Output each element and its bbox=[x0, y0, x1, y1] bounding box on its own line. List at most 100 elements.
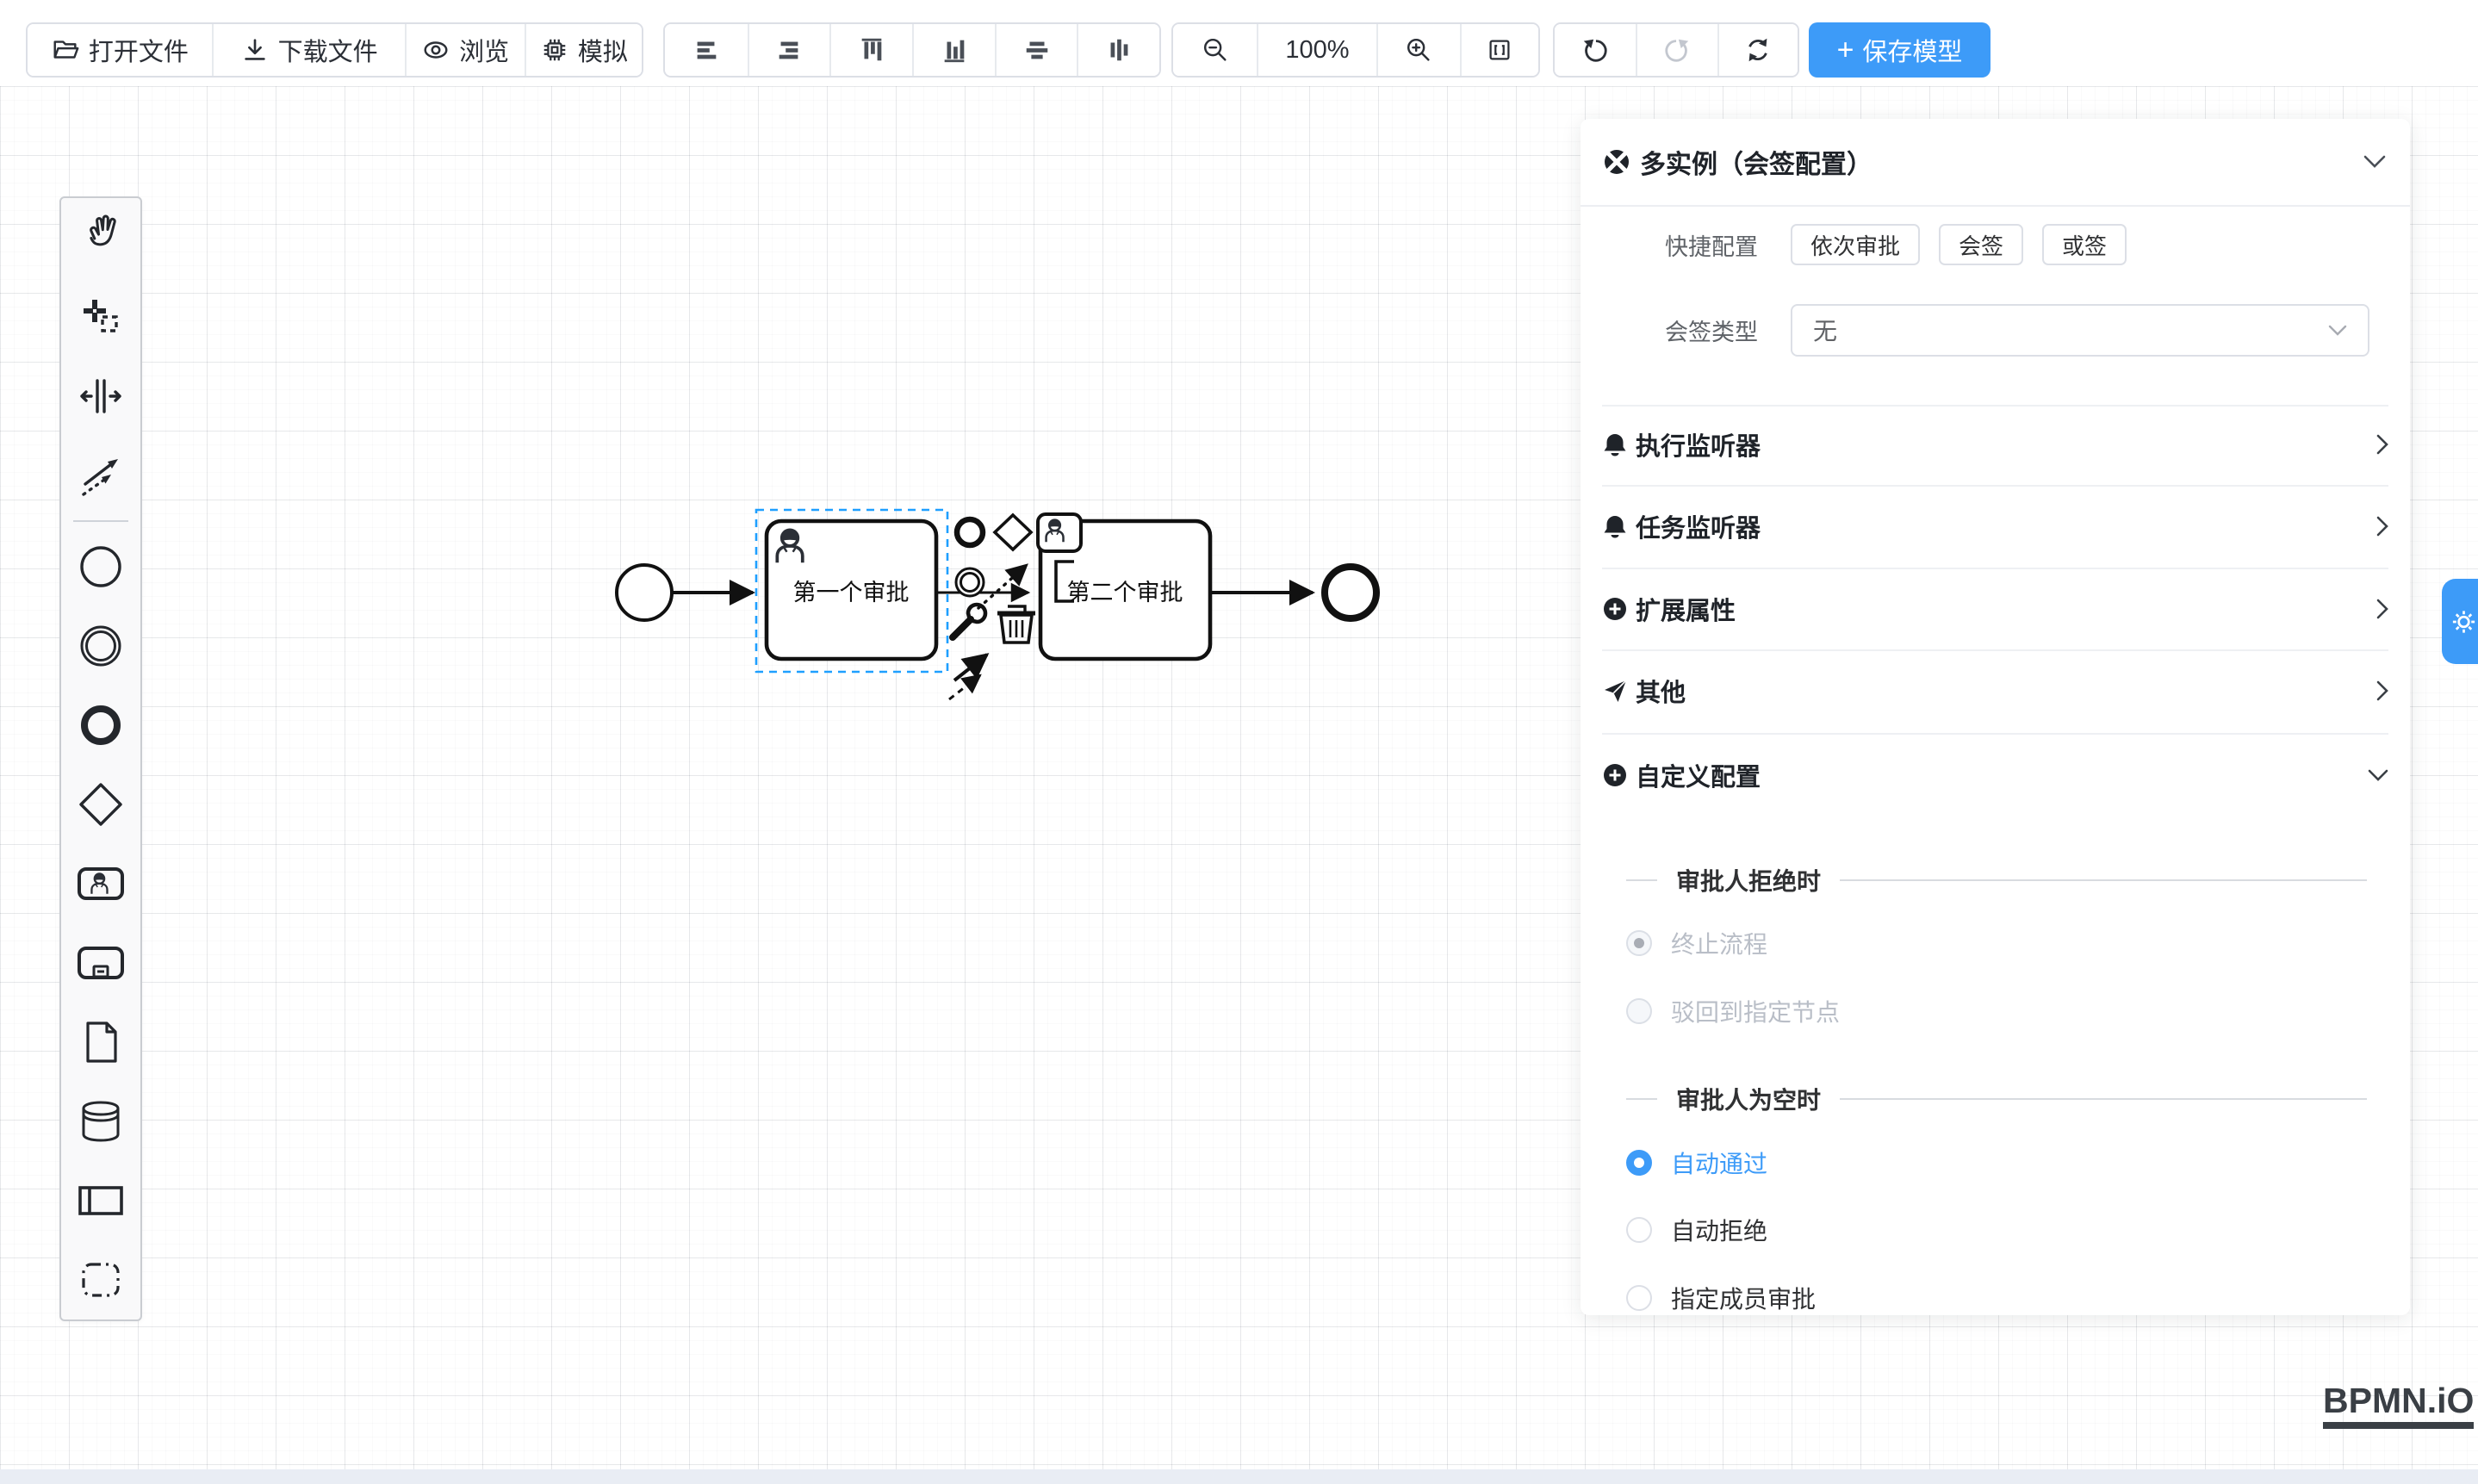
zoom-out-button[interactable] bbox=[1173, 24, 1257, 76]
align-bottom-button[interactable] bbox=[912, 24, 995, 76]
align-left-button[interactable] bbox=[665, 24, 748, 76]
radio-terminate-flow[interactable]: 终止流程 bbox=[1626, 926, 1767, 960]
space-tool[interactable] bbox=[59, 357, 142, 436]
radio-assign-member[interactable]: 指定成员审批 bbox=[1626, 1281, 1816, 1315]
connect-tool[interactable] bbox=[59, 436, 142, 515]
trash-icon[interactable] bbox=[997, 606, 1035, 643]
lasso-tool[interactable] bbox=[59, 277, 142, 357]
radio-button bbox=[1626, 930, 1652, 956]
connect-tool-icon[interactable] bbox=[949, 655, 987, 699]
zoom-level-value: 100% bbox=[1285, 36, 1349, 65]
append-gateway-icon[interactable] bbox=[995, 515, 1031, 550]
zoom-button-group: 100% bbox=[1171, 22, 1540, 78]
append-user-task-icon[interactable] bbox=[1038, 514, 1081, 551]
bell-icon bbox=[1602, 432, 1628, 457]
radio-auto-reject[interactable]: 自动拒绝 bbox=[1626, 1213, 1767, 1247]
wrench-icon[interactable] bbox=[953, 605, 985, 637]
append-end-event-icon[interactable] bbox=[957, 519, 983, 545]
section-label: 自定义配置 bbox=[1636, 757, 2368, 793]
open-file-button[interactable]: 打开文件 bbox=[28, 24, 212, 76]
properties-panel: 多实例（会签配置） 快捷配置 依次审批 会签 或签 会签类型 无 bbox=[1581, 119, 2410, 1315]
section-custom-config[interactable]: 自定义配置 bbox=[1602, 751, 2388, 799]
radio-return-to-node[interactable]: 驳回到指定节点 bbox=[1626, 994, 1840, 1028]
align-right-icon bbox=[774, 35, 804, 65]
radio-button bbox=[1626, 1150, 1652, 1176]
radio-label: 指定成员审批 bbox=[1671, 1281, 1816, 1315]
multi-instance-header[interactable]: 多实例（会签配置） bbox=[1581, 119, 2410, 207]
data-store-icon bbox=[77, 1097, 125, 1146]
distribute-horizontal-icon bbox=[1022, 35, 1052, 65]
radio-button bbox=[1626, 1217, 1652, 1243]
preview-button[interactable]: 浏览 bbox=[405, 24, 525, 76]
append-intermediate-event-icon[interactable] bbox=[956, 568, 984, 596]
chevron-right-icon bbox=[2376, 434, 2388, 455]
section-label: 执行监听器 bbox=[1636, 426, 2376, 463]
distribute-horizontal-button[interactable] bbox=[995, 24, 1078, 76]
hand-tool[interactable] bbox=[59, 198, 142, 277]
create-user-task[interactable] bbox=[59, 844, 142, 923]
user-task-1[interactable]: 第一个审批 bbox=[767, 521, 936, 659]
start-event-icon bbox=[77, 543, 125, 591]
gateway-icon bbox=[77, 780, 125, 829]
radio-label: 自动通过 bbox=[1671, 1146, 1767, 1180]
multi-type-select[interactable]: 无 bbox=[1791, 304, 2369, 357]
create-group[interactable] bbox=[59, 1240, 142, 1319]
zoom-in-button[interactable] bbox=[1376, 24, 1460, 76]
section-execution-listener[interactable]: 执行监听器 bbox=[1602, 420, 2388, 469]
section-other[interactable]: 其他 bbox=[1602, 667, 2388, 715]
create-gateway[interactable] bbox=[59, 765, 142, 844]
simulate-button[interactable]: 模拟 bbox=[525, 24, 642, 76]
refresh-button[interactable] bbox=[1717, 24, 1798, 76]
divider bbox=[1602, 405, 2388, 407]
redo-button[interactable] bbox=[1636, 24, 1717, 76]
create-end-event[interactable] bbox=[59, 686, 142, 765]
settings-tab[interactable] bbox=[2442, 579, 2478, 664]
folder-open-icon bbox=[51, 35, 80, 65]
top-toolbar: 打开文件 下载文件 浏览 模 bbox=[0, 0, 2478, 86]
quick-option-countersign[interactable]: 会签 bbox=[1939, 224, 2023, 265]
intermediate-event-icon bbox=[77, 622, 125, 670]
quick-option-sequential[interactable]: 依次审批 bbox=[1791, 224, 1920, 265]
chevron-right-icon bbox=[2376, 680, 2388, 701]
section-label: 其他 bbox=[1636, 673, 2376, 709]
user-task-1-label: 第一个审批 bbox=[793, 580, 910, 605]
divider bbox=[1602, 649, 2388, 651]
create-data-object[interactable] bbox=[59, 1003, 142, 1082]
reject-heading-label: 审批人拒绝时 bbox=[1676, 863, 1821, 897]
start-event[interactable] bbox=[617, 565, 672, 620]
create-data-store[interactable] bbox=[59, 1082, 142, 1161]
chevron-down-icon[interactable] bbox=[2363, 155, 2386, 169]
gear-icon bbox=[2450, 607, 2478, 636]
distribute-vertical-button[interactable] bbox=[1077, 24, 1159, 76]
save-model-button[interactable]: + 保存模型 bbox=[1809, 22, 1990, 78]
create-subprocess[interactable] bbox=[59, 923, 142, 1003]
create-pool[interactable] bbox=[59, 1161, 142, 1240]
quick-option-orsign[interactable]: 或签 bbox=[2042, 224, 2127, 265]
radio-label: 终止流程 bbox=[1671, 926, 1767, 960]
multi-type-value: 无 bbox=[1813, 313, 2328, 347]
section-task-listener[interactable]: 任务监听器 bbox=[1602, 502, 2388, 550]
file-button-group: 打开文件 下载文件 浏览 模 bbox=[26, 22, 643, 78]
undo-button[interactable] bbox=[1555, 24, 1636, 76]
section-extended-attributes[interactable]: 扩展属性 bbox=[1602, 585, 2388, 633]
zoom-in-icon bbox=[1404, 35, 1433, 65]
radio-auto-approve[interactable]: 自动通过 bbox=[1626, 1146, 1767, 1180]
chevron-right-icon bbox=[2376, 599, 2388, 619]
create-start-event[interactable] bbox=[59, 527, 142, 606]
lasso-icon bbox=[77, 293, 125, 341]
align-top-button[interactable] bbox=[829, 24, 912, 76]
group-icon bbox=[77, 1256, 125, 1304]
create-intermediate-event[interactable] bbox=[59, 606, 142, 686]
fit-viewport-icon bbox=[1485, 35, 1514, 65]
chip-icon bbox=[540, 35, 569, 65]
zoom-level-button[interactable]: 100% bbox=[1257, 24, 1376, 76]
empty-heading-label: 审批人为空时 bbox=[1676, 1082, 1821, 1116]
plus-circle-icon bbox=[1602, 762, 1628, 788]
divider bbox=[1602, 485, 2388, 487]
align-right-button[interactable] bbox=[748, 24, 830, 76]
download-file-button[interactable]: 下载文件 bbox=[212, 24, 405, 76]
download-file-label: 下载文件 bbox=[278, 32, 378, 68]
zoom-reset-button[interactable] bbox=[1460, 24, 1538, 76]
quick-config-label: 快捷配置 bbox=[1661, 228, 1758, 262]
end-event[interactable] bbox=[1325, 567, 1376, 618]
